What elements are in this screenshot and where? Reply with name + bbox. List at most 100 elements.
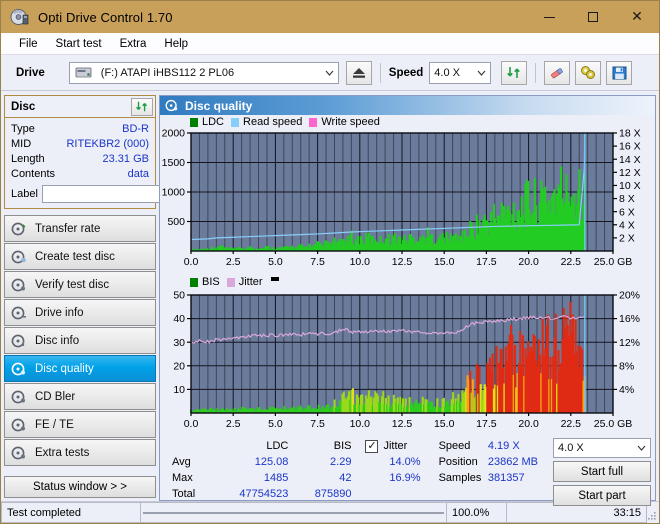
x-tick-label: 2.5 (226, 418, 241, 430)
x-tick-label: 5.0 (268, 418, 283, 430)
sidebar-item-label: CD Bler (35, 391, 75, 403)
settings-button[interactable] (575, 61, 601, 85)
save-button[interactable] (606, 61, 632, 85)
stats-col-ldc: LDC 125.08 1485 47754523 (217, 438, 288, 506)
main-area: Disc Type BD-R MID RITE (1, 91, 659, 501)
y2-tick-label: 2 X (619, 232, 635, 244)
chevron-down-icon[interactable] (473, 63, 490, 83)
charts-container: LDC Read speed Write speed 5001000150020… (160, 115, 655, 436)
stats-col-bis: BIS 2.29 42 875890 (288, 438, 351, 506)
stats-label-avg: Avg (172, 454, 217, 470)
bis-chart: BIS Jitter 10203040504%8%12%16%20%0.02.5… (160, 273, 655, 436)
legend-label-ldc: LDC (202, 116, 224, 128)
disc-icon (11, 250, 27, 264)
legend-label-jitter: Jitter (239, 276, 263, 288)
stats-panel: Avg Max Total LDC 125.08 1485 47754523 B… (160, 436, 655, 508)
disc-row-value: BD-R (122, 123, 149, 135)
menu-extra[interactable]: Extra (111, 36, 156, 52)
sidebar-item-fe-te[interactable]: FE / TE (4, 411, 156, 438)
sidebar-item-verify-test-disc[interactable]: Verify test disc (4, 271, 156, 298)
y-tick-label: 30 (173, 337, 185, 349)
stats-ldc-max: 1485 (217, 470, 288, 486)
menu-start-test[interactable]: Start test (47, 36, 111, 52)
eject-button[interactable] (346, 61, 372, 85)
sidebar-item-disc-quality[interactable]: Disc quality (4, 355, 156, 382)
disc-info-box: Disc Type BD-R MID RITE (4, 95, 156, 209)
sidebar-item-extra-tests[interactable]: Extra tests (4, 439, 156, 466)
sidebar-item-drive-info[interactable]: Drive info (4, 299, 156, 326)
y2-tick-label: 16% (619, 313, 640, 325)
status-message: Test completed (1, 502, 141, 523)
disc-icon (11, 306, 27, 320)
ldc-chart-svg[interactable]: 5001000150020002 X4 X6 X8 X10 X12 X14 X1… (160, 115, 658, 273)
minimize-button[interactable] (527, 1, 571, 33)
x-tick-label: 22.5 (561, 256, 582, 268)
y-tick-label: 40 (173, 313, 185, 325)
disc-row-key: Type (11, 123, 35, 135)
window-title: Opti Drive Control 1.70 (38, 10, 173, 25)
disc-refresh-button[interactable] (131, 98, 153, 116)
stats-label-max: Max (172, 470, 217, 486)
jitter-toggle-row: ✓ Jitter (365, 438, 428, 454)
disc-icon (11, 222, 27, 236)
sidebar-item-create-test-disc[interactable]: Create test disc (4, 243, 156, 270)
stats-right-values: 4.19 X 23862 MB 381357 (488, 438, 549, 506)
x-tick-label: 22.5 (561, 418, 582, 430)
drive-icon (75, 65, 93, 80)
sidebar-item-cd-bler[interactable]: CD Bler (4, 383, 156, 410)
chevron-down-icon[interactable] (321, 63, 338, 83)
stats-right-labels: Speed Position Samples (439, 438, 488, 506)
x-tick-label: 25.0 GB (594, 418, 633, 430)
stats-ldc-total: 47754523 (217, 486, 288, 502)
test-speed-select[interactable]: 4.0 X (553, 438, 651, 458)
stats-value-position: 23862 MB (488, 454, 549, 470)
legend-swatch-bis (190, 278, 198, 287)
menu-file[interactable]: File (10, 36, 47, 52)
sidebar-item-label: Drive info (35, 307, 84, 319)
jitter-checkbox[interactable]: ✓ (365, 440, 378, 453)
x-tick-label: 0.0 (184, 256, 199, 268)
disc-row-mid: MID RITEKBR2 (000) (11, 136, 149, 151)
start-part-button[interactable]: Start part (553, 485, 651, 506)
legend-label-read-speed: Read speed (243, 116, 302, 128)
drive-label: Drive (16, 67, 45, 79)
app-window: Opti Drive Control 1.70 ✕ File Start tes… (0, 0, 660, 524)
legend-swatch-ldc (190, 118, 198, 127)
chevron-down-icon[interactable] (633, 439, 650, 457)
disc-row-type: Type BD-R (11, 121, 149, 136)
legend-swatch-jitter (227, 278, 235, 287)
legend-swatch-read-speed (231, 118, 239, 127)
y-tick-label: 50 (173, 290, 185, 302)
y-tick-label: 1000 (162, 187, 186, 199)
stats-value-samples: 381357 (488, 470, 549, 486)
disc-icon (11, 278, 27, 292)
stats-bis-avg: 2.29 (288, 454, 351, 470)
bis-chart-svg[interactable]: 10203040504%8%12%16%20%0.02.55.07.510.01… (160, 273, 658, 436)
x-tick-label: 5.0 (268, 256, 283, 268)
x-tick-label: 7.5 (310, 256, 325, 268)
speed-select[interactable]: 4.0 X (429, 62, 491, 84)
legend-marker-icon (271, 277, 279, 281)
erase-button[interactable] (544, 61, 570, 85)
stats-header-spacer (172, 438, 217, 454)
maximize-button[interactable] (571, 1, 615, 33)
ldc-chart-legend: LDC Read speed Write speed (190, 116, 380, 128)
title-bar: Opti Drive Control 1.70 ✕ (1, 1, 659, 33)
close-icon[interactable]: ✕ (615, 1, 659, 33)
refresh-button[interactable] (501, 61, 527, 85)
disc-quality-panel: Disc quality LDC Read speed Write speed … (159, 95, 656, 501)
start-full-button[interactable]: Start full (553, 461, 651, 482)
sidebar-item-disc-info[interactable]: Disc info (4, 327, 156, 354)
x-tick-label: 7.5 (310, 418, 325, 430)
speed-select-value: 4.0 X (430, 67, 460, 79)
x-tick-label: 0.0 (184, 418, 199, 430)
menu-help[interactable]: Help (155, 36, 197, 52)
disc-info-title: Disc (11, 101, 35, 113)
sidebar-item-transfer-rate[interactable]: Transfer rate (4, 215, 156, 242)
drive-select[interactable]: (F:) ATAPI iHBS112 2 PL06 (69, 62, 339, 84)
status-window-button[interactable]: Status window > > (4, 476, 156, 498)
disc-info-header: Disc (5, 96, 155, 118)
disc-row-value: 23.31 GB (103, 153, 149, 165)
stats-label-samples: Samples (439, 470, 488, 486)
app-icon (10, 8, 30, 26)
